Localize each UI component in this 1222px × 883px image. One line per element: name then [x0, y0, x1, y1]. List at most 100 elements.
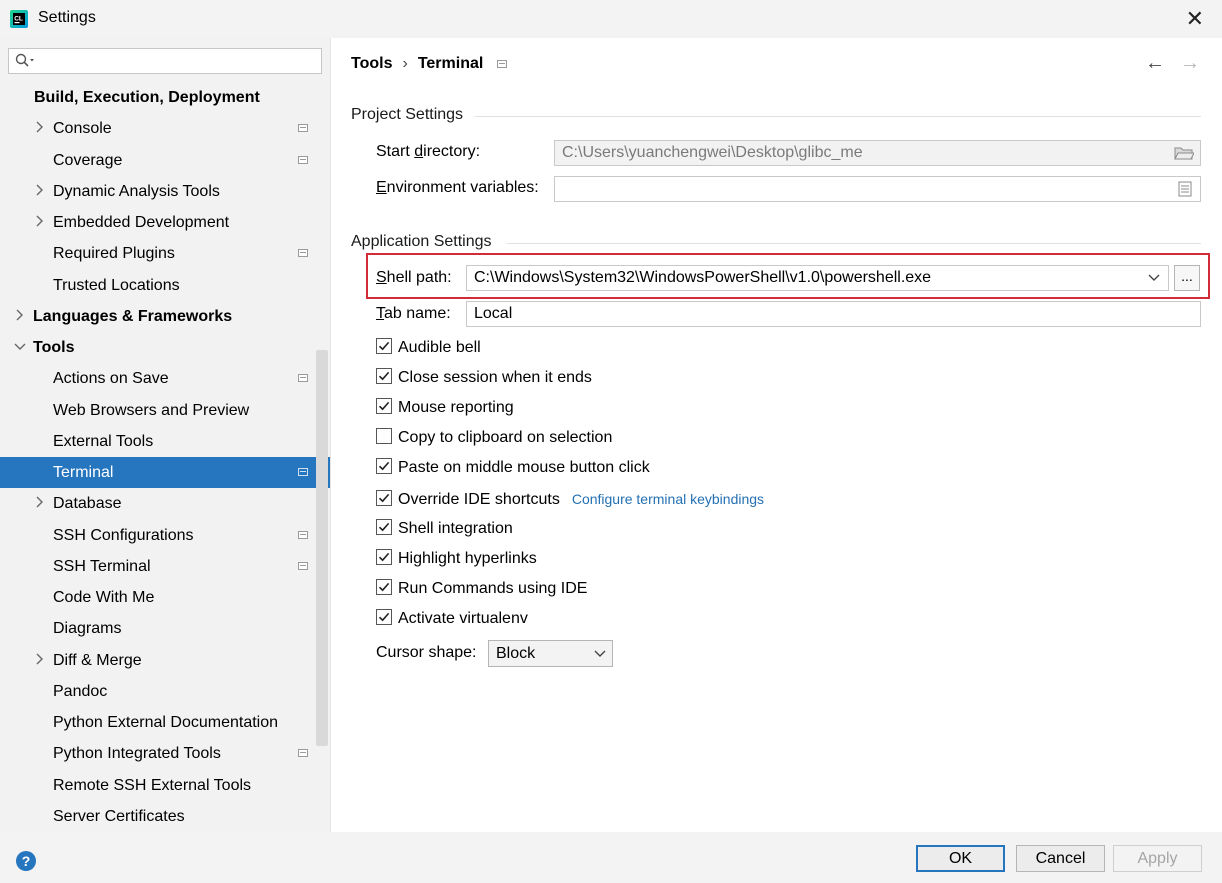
checkbox-checked-icon[interactable] [376, 337, 392, 354]
ok-button[interactable]: OK [916, 845, 1005, 872]
checkbox-checked-icon[interactable] [376, 397, 392, 414]
sidebar-item-diagrams[interactable]: Diagrams [0, 613, 316, 644]
checkbox-checked-icon[interactable] [376, 489, 392, 506]
shell-path-combobox[interactable]: C:\Windows\System32\WindowsPowerShell\v1… [466, 265, 1169, 291]
sidebar-item-terminal[interactable]: Terminal [0, 457, 330, 489]
sidebar-item-server-certificates[interactable]: Server Certificates [0, 801, 316, 832]
sidebar-item-label: Code With Me [53, 589, 155, 606]
sidebar-item-label: Database [53, 495, 122, 513]
chevron-right-icon[interactable] [34, 113, 46, 144]
project-level-icon [298, 530, 308, 539]
sidebar-item-label: Server Certificates [53, 807, 185, 825]
forward-arrow-icon[interactable]: → [1180, 52, 1200, 75]
project-settings-heading: Project Settings [351, 106, 464, 123]
checkbox-row-activate-virtualenv[interactable]: Activate virtualenv [376, 608, 528, 630]
cursor-shape-select[interactable]: Block [488, 640, 613, 667]
checkbox-checked-icon[interactable] [376, 548, 392, 565]
project-level-icon [298, 155, 308, 164]
svg-text:CL: CL [14, 16, 23, 23]
breadcrumb-separator: › [402, 55, 408, 72]
start-directory-label: Start directory: [376, 143, 481, 160]
sidebar-item-label: SSH Terminal [53, 557, 151, 575]
sidebar-item-console[interactable]: Console [0, 113, 316, 144]
checkbox-label: Audible bell [398, 339, 481, 356]
tab-name-field[interactable]: Local [466, 301, 1201, 327]
chevron-right-icon[interactable] [34, 176, 46, 207]
window-title: Settings [38, 9, 96, 26]
sidebar-item-external-tools[interactable]: External Tools [0, 426, 316, 457]
sidebar-item-tools[interactable]: Tools [0, 332, 316, 363]
browse-document-icon[interactable] [1178, 181, 1192, 197]
sidebar-item-dynamic-analysis-tools[interactable]: Dynamic Analysis Tools [0, 176, 316, 207]
search-icon [15, 53, 34, 67]
checkbox-row-audible-bell[interactable]: Audible bell [376, 337, 481, 359]
sidebar-item-label: Actions on Save [53, 370, 169, 388]
sidebar-item-coverage[interactable]: Coverage [0, 145, 316, 176]
checkbox-row-shell-integration[interactable]: Shell integration [376, 518, 513, 540]
sidebar-item-python-integrated-tools[interactable]: Python Integrated Tools [0, 738, 316, 769]
cancel-button[interactable]: Cancel [1016, 845, 1105, 872]
search-input[interactable] [8, 48, 322, 74]
sidebar-item-web-browsers-and-preview[interactable]: Web Browsers and Preview [0, 395, 316, 426]
checkbox-checked-icon[interactable] [376, 457, 392, 474]
section-separator [475, 116, 1201, 117]
checkbox-label: Close session when it ends [398, 369, 592, 386]
chevron-down-icon[interactable] [14, 332, 26, 363]
sidebar-item-label: Languages & Frameworks [33, 307, 233, 325]
sidebar-item-python-external-documentation[interactable]: Python External Documentation [0, 707, 316, 738]
sidebar-scrollbar[interactable] [316, 350, 328, 746]
checkbox-row-override-ide-shortcuts[interactable]: Override IDE shortcuts Configure terminal… [376, 488, 764, 510]
sidebar-item-required-plugins[interactable]: Required Plugins [0, 238, 316, 269]
sidebar-item-actions-on-save[interactable]: Actions on Save [0, 363, 316, 394]
clion-app-icon: CL [10, 10, 28, 28]
sidebar-item-label: Web Browsers and Preview [53, 401, 250, 419]
sidebar-item-ssh-terminal[interactable]: SSH Terminal [0, 551, 316, 582]
project-level-icon [497, 59, 508, 68]
breadcrumb-parent[interactable]: Tools [351, 55, 392, 72]
close-icon[interactable]: ✕ [1186, 6, 1204, 32]
checkbox-row-copy-to-clipboard-on-selection[interactable]: Copy to clipboard on selection [376, 427, 612, 449]
checkbox-unchecked-icon[interactable] [376, 427, 392, 444]
chevron-right-icon[interactable] [14, 301, 26, 332]
checkbox-checked-icon[interactable] [376, 367, 392, 384]
sidebar-item-remote-ssh-external-tools[interactable]: Remote SSH External Tools [0, 770, 316, 801]
checkbox-row-run-commands-using-ide[interactable]: Run Commands using IDE [376, 578, 587, 600]
chevron-right-icon[interactable] [34, 488, 46, 519]
project-level-icon [298, 124, 308, 133]
sidebar-item-label: Console [53, 120, 112, 138]
chevron-down-icon [594, 650, 606, 657]
checkbox-checked-icon[interactable] [376, 608, 392, 625]
checkbox-row-highlight-hyperlinks[interactable]: Highlight hyperlinks [376, 548, 537, 570]
sidebar-item-ssh-configurations[interactable]: SSH Configurations [0, 520, 316, 551]
sidebar-item-languages-frameworks[interactable]: Languages & Frameworks [0, 301, 316, 332]
chevron-right-icon[interactable] [34, 207, 46, 238]
sidebar-item-build-execution-deployment[interactable]: Build, Execution, Deployment [0, 82, 316, 113]
folder-icon[interactable] [1174, 145, 1194, 161]
checkbox-label: Activate virtualenv [398, 610, 528, 627]
configure-keybindings-link[interactable]: Configure terminal keybindings [572, 491, 764, 507]
sidebar-item-label: Remote SSH External Tools [53, 776, 252, 794]
browse-shell-button[interactable]: ... [1174, 265, 1200, 291]
environment-variables-field[interactable] [554, 176, 1201, 202]
sidebar-item-label: Trusted Locations [53, 276, 180, 294]
sidebar-item-diff-merge[interactable]: Diff & Merge [0, 645, 316, 676]
sidebar-item-database[interactable]: Database [0, 488, 316, 519]
sidebar-item-embedded-development[interactable]: Embedded Development [0, 207, 316, 238]
checkbox-row-mouse-reporting[interactable]: Mouse reporting [376, 397, 514, 419]
help-icon[interactable]: ? [16, 851, 36, 871]
apply-button[interactable]: Apply [1113, 845, 1202, 872]
checkbox-row-paste-on-middle-mouse-button-click[interactable]: Paste on middle mouse button click [376, 457, 650, 479]
breadcrumb-current: Terminal [417, 55, 484, 72]
chevron-down-icon[interactable] [1148, 274, 1160, 282]
start-directory-field[interactable]: C:\Users\yuanchengwei\Desktop\glibc_me [554, 140, 1201, 166]
chevron-right-icon[interactable] [34, 645, 46, 676]
sidebar-item-trusted-locations[interactable]: Trusted Locations [0, 270, 316, 301]
sidebar-item-pandoc[interactable]: Pandoc [0, 676, 316, 707]
checkbox-row-close-session-when-it-ends[interactable]: Close session when it ends [376, 367, 592, 389]
sidebar-item-code-with-me[interactable]: Code With Me [0, 582, 316, 613]
checkbox-checked-icon[interactable] [376, 578, 392, 595]
back-arrow-icon[interactable]: ← [1145, 52, 1165, 75]
checkbox-checked-icon[interactable] [376, 518, 392, 535]
sidebar-item-label: Pandoc [53, 682, 108, 700]
sidebar-item-label: Required Plugins [53, 245, 175, 263]
